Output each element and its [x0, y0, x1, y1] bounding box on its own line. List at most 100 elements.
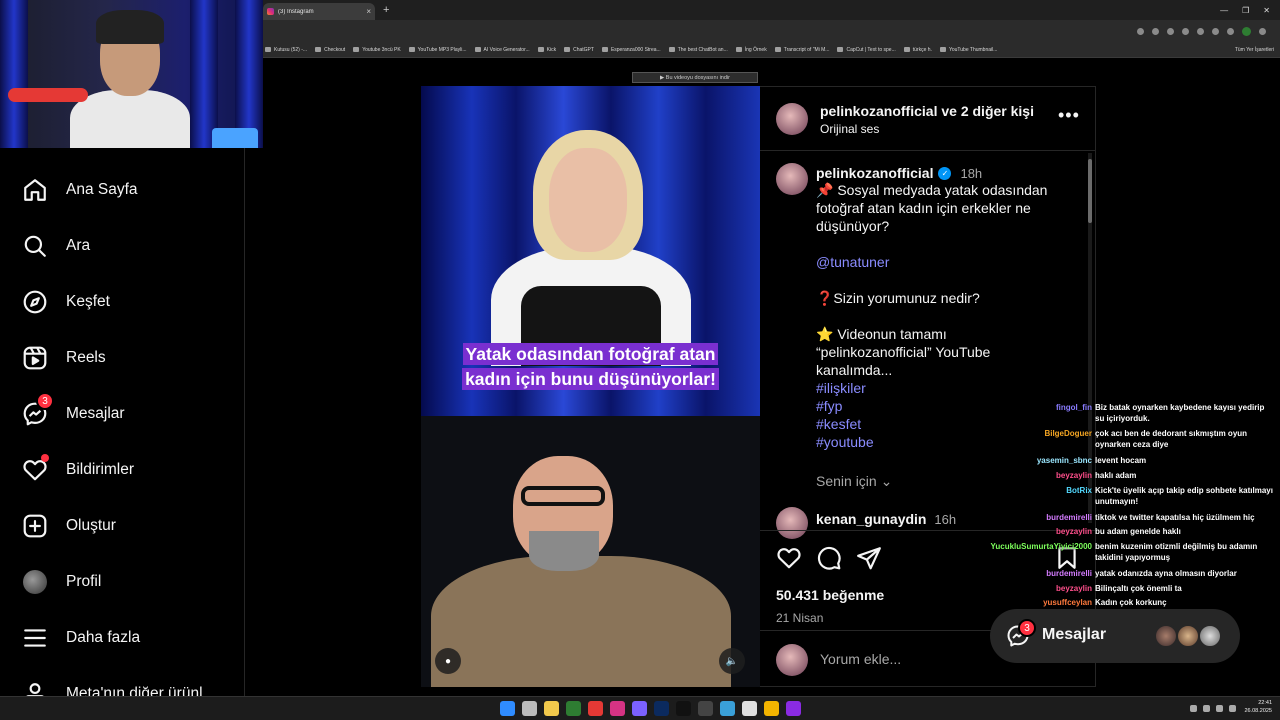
app-icon[interactable]: [786, 701, 801, 716]
comment-bubble-icon[interactable]: [816, 545, 842, 571]
chat-username: yusuffceylan: [1043, 598, 1092, 607]
bookmark-item[interactable]: İng Örnek: [735, 47, 767, 53]
app-icon[interactable]: [566, 701, 581, 716]
mention-link[interactable]: @tunatuner: [816, 253, 1066, 271]
volume-icon[interactable]: [1216, 705, 1223, 712]
instagram-icon[interactable]: [610, 701, 625, 716]
wifi-icon[interactable]: [1203, 705, 1210, 712]
sidebar-item-messages[interactable]: 3 Mesajlar: [22, 392, 125, 430]
chrome-icon[interactable]: [764, 701, 779, 716]
kebab-menu-icon[interactable]: [1259, 27, 1266, 35]
hashtag-link[interactable]: #kesfet: [816, 415, 1066, 433]
comment-input[interactable]: Yorum ekle...: [820, 651, 901, 667]
bookmark-item[interactable]: The best ChatBot an...: [668, 47, 728, 53]
close-window-icon[interactable]: ✕: [1263, 6, 1270, 15]
tagged-users-button[interactable]: ●: [435, 648, 461, 674]
webcam-overlay: [0, 0, 263, 148]
windows-start-icon[interactable]: [500, 701, 515, 716]
app-icon[interactable]: [720, 701, 735, 716]
minimize-icon[interactable]: —: [1220, 6, 1228, 15]
sidebar-item-more[interactable]: Daha fazla: [22, 622, 140, 654]
sidebar-item-search[interactable]: Ara: [22, 230, 90, 262]
bookmark-label: türkçe h.: [912, 46, 932, 53]
tiktok-icon[interactable]: [676, 701, 691, 716]
bookmarks-bar: Kutusu (52) -... Checkout Youtube 3ncü PK Y…: [263, 42, 1280, 58]
mute-button[interactable]: 🔈: [719, 648, 745, 674]
more-options-icon[interactable]: •••: [1058, 105, 1080, 126]
sidebar-item-create[interactable]: Oluştur: [22, 510, 116, 542]
sidebar-item-explore[interactable]: Keşfet: [22, 286, 110, 318]
post-author[interactable]: pelinkozanofficial ve 2 diğer kişi: [820, 103, 1034, 119]
sidebar-item-reels[interactable]: Reels: [22, 342, 106, 374]
file-explorer-icon[interactable]: [544, 701, 559, 716]
photoshop-icon[interactable]: [654, 701, 669, 716]
bookmark-item[interactable]: türkçe h.: [903, 46, 932, 53]
post-header: pelinkozanofficial ve 2 diğer kişi Oriji…: [760, 87, 1095, 151]
share-send-icon[interactable]: [856, 545, 882, 571]
sidebar-item-notifications[interactable]: Bildirimler: [22, 454, 134, 486]
bookmark-item[interactable]: ChatGPT: [564, 47, 594, 53]
sidebar-item-profile[interactable]: Profil: [22, 566, 101, 598]
author-username[interactable]: pelinkozanofficial: [820, 103, 937, 119]
audio-label[interactable]: Orijinal ses: [820, 122, 879, 136]
sidebar-item-home[interactable]: Ana Sayfa: [22, 174, 138, 206]
reel-video[interactable]: Yatak odasından fotoğraf atan kadın için…: [421, 86, 760, 687]
hashtag-link[interactable]: #fyp: [816, 397, 1066, 415]
extension-icon[interactable]: [1227, 27, 1234, 35]
likes-count[interactable]: 50.431 beğenme: [776, 587, 884, 603]
bookmark-item[interactable]: Youtube 3ncü PK: [353, 47, 401, 53]
messages-pill[interactable]: 3 Mesajlar: [990, 609, 1240, 663]
bookmark-favicon-icon: [939, 47, 946, 52]
star-icon[interactable]: [1167, 27, 1174, 35]
bookmark-item[interactable]: YouTube Thumbnail...: [939, 47, 997, 53]
new-tab-icon[interactable]: +: [383, 4, 389, 16]
sidebar-item-meta-apps[interactable]: Meta'nın diğer ürünl: [22, 678, 203, 696]
sidebar-item-label: Daha fazla: [66, 629, 141, 646]
bookmark-item[interactable]: Esperanza000 Strea...: [601, 47, 661, 53]
browser-tab[interactable]: (3) Instagram ×: [263, 3, 375, 20]
for-you-dropdown[interactable]: Senin için ⌄: [816, 473, 892, 490]
bookmark-item[interactable]: YouTube MP3 Playli...: [408, 47, 467, 53]
download-video-bar[interactable]: ▶ Bu videoyu dosyasını indir: [632, 72, 758, 83]
chat-username: BotRix: [1066, 486, 1092, 495]
bookmark-item[interactable]: Transcript of "Mi M...: [774, 47, 829, 53]
speaker-icon: 🔈: [725, 655, 739, 667]
hashtag-link[interactable]: #ilişkiler: [816, 379, 1066, 397]
chat-text: Bilinçaltı çok önemli ta: [1095, 584, 1182, 593]
maximize-icon[interactable]: ❐: [1242, 6, 1249, 15]
discord-icon[interactable]: [632, 701, 647, 716]
caption-username[interactable]: pelinkozanofficial: [816, 165, 933, 181]
battery-icon[interactable]: [1229, 705, 1236, 712]
extension-icon[interactable]: [1137, 27, 1144, 35]
extension-icon[interactable]: [1182, 27, 1189, 35]
caption-author: pelinkozanofficial ✓ 18h: [816, 165, 982, 181]
instagram-sidebar: Ana Sayfa Ara Keşfet Reels 3 Mesajlar Bi…: [0, 148, 245, 696]
avatar[interactable]: [776, 103, 808, 135]
capcut-icon[interactable]: [698, 701, 713, 716]
extension-icon[interactable]: [1197, 27, 1204, 35]
bookmark-item[interactable]: Kick: [537, 47, 556, 53]
bookmark-favicon-icon: [537, 47, 544, 52]
video-caption: Yatak odasından fotoğraf atan kadın için…: [421, 342, 760, 392]
app-icon[interactable]: [742, 701, 757, 716]
like-heart-icon[interactable]: [776, 545, 802, 571]
caption-scrollbar[interactable]: [1088, 153, 1092, 523]
task-view-icon[interactable]: [522, 701, 537, 716]
bookmark-item[interactable]: CapCut | Text to spe...: [837, 47, 896, 53]
clock-date: 26.08.2025: [1244, 708, 1272, 714]
avatar[interactable]: [776, 163, 808, 195]
close-tab-icon[interactable]: ×: [366, 7, 371, 16]
taskbar-clock[interactable]: 22:41 26.08.2025: [1244, 699, 1272, 715]
bookmark-item[interactable]: AI Voice Generator...: [474, 47, 530, 53]
extension-icon[interactable]: [1212, 27, 1219, 35]
collaborators-label[interactable]: ve 2 diğer kişi: [937, 103, 1034, 119]
all-bookmarks-folder[interactable]: Tüm Yer İşaretleri: [1235, 47, 1280, 53]
bookmark-item[interactable]: Kutusu (52) -...: [265, 47, 307, 53]
zoom-icon[interactable]: [1152, 27, 1159, 35]
comment-username[interactable]: kenan_gunaydin: [816, 511, 926, 527]
profile-icon[interactable]: [1242, 26, 1251, 36]
bookmark-item[interactable]: Checkout: [315, 47, 345, 53]
hashtag-link[interactable]: #youtube: [816, 433, 1066, 451]
tray-chevron-icon[interactable]: [1190, 705, 1197, 712]
app-icon[interactable]: [588, 701, 603, 716]
